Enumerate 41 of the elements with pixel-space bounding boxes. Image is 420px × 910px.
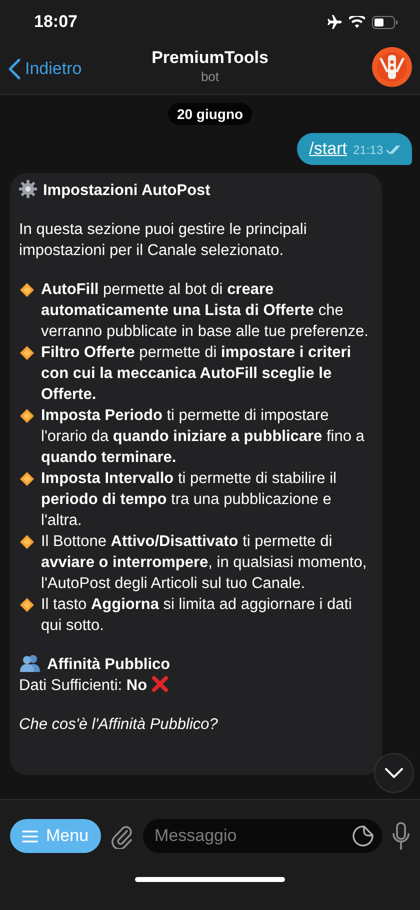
chevron-left-icon [8,58,21,80]
microphone-icon[interactable] [392,822,410,850]
bot-avatar[interactable] [372,46,412,86]
cross-icon [151,675,170,693]
wifi-icon [349,16,365,28]
section-heading: Impostazioni AutoPost [43,182,210,199]
gear-icon [19,180,37,198]
section-heading: Affinità Pubblico [47,656,170,673]
intro-text: In questa sezione puoi gestire le principali impostazioni per il Canale selezionato. [19,221,307,259]
diamond-icon [19,345,35,361]
bullet-text: Il tasto Aggiorna si limita ad aggiornare i dati qui sotto. [41,595,353,636]
chat-subtitle: bot [200,69,220,84]
bullet-text: Filtro Offerte permette di impostare i criteri con cui la meccanica AutoFill sceglie le Offerte. [41,343,352,405]
clock-time: 18:07 [34,12,78,32]
bullet-text: AutoFill permette al bot di creare automaticamente una Lista di Offerte che verranno pubblicate in base alle tue preferenze. [41,280,370,342]
menu-button[interactable]: Menu [10,819,101,853]
bullet-text: Imposta Intervallo ti permette di stabilire il periodo di tempo tra una pubblicazione e l'altra. [41,469,338,531]
bullet-text: Il Bottone Attivo/Disattivato ti permette di avviare o interrompere, in qualsiasi momento, l'AutoPost degli Articoli sul tuo Canale. [41,532,368,594]
status-text: Dati Sufficienti: No [19,677,148,694]
bullet-text: Imposta Periodo ti permette di impostare l'orario da quando iniziare a pubblicare fino a quando terminare. [41,406,366,468]
battery-icon [372,16,398,28]
paperclip-icon[interactable] [110,823,133,849]
diamond-icon [19,471,35,487]
message-input[interactable]: Messaggio [142,819,382,853]
sticker-icon[interactable] [352,825,374,847]
back-link[interactable]: Indietro [8,58,82,80]
diamond-icon [19,408,35,424]
diamond-icon [19,597,35,613]
airplane-icon [325,15,342,29]
command-link[interactable]: /start [309,139,347,159]
diamond-icon [19,534,35,550]
chevron-down-icon [385,768,403,778]
scroll-down-button[interactable] [374,753,414,793]
message-time: 21:13 [352,143,383,157]
question-text: Che cos'è l'Affinità Pubblico? [19,716,218,733]
menu-icon [22,830,38,842]
chat-title: PremiumTools [152,48,268,68]
diamond-icon [19,282,35,298]
date-badge: 20 giugno [168,103,252,125]
people-icon [19,654,41,672]
double-check-icon [386,145,402,155]
